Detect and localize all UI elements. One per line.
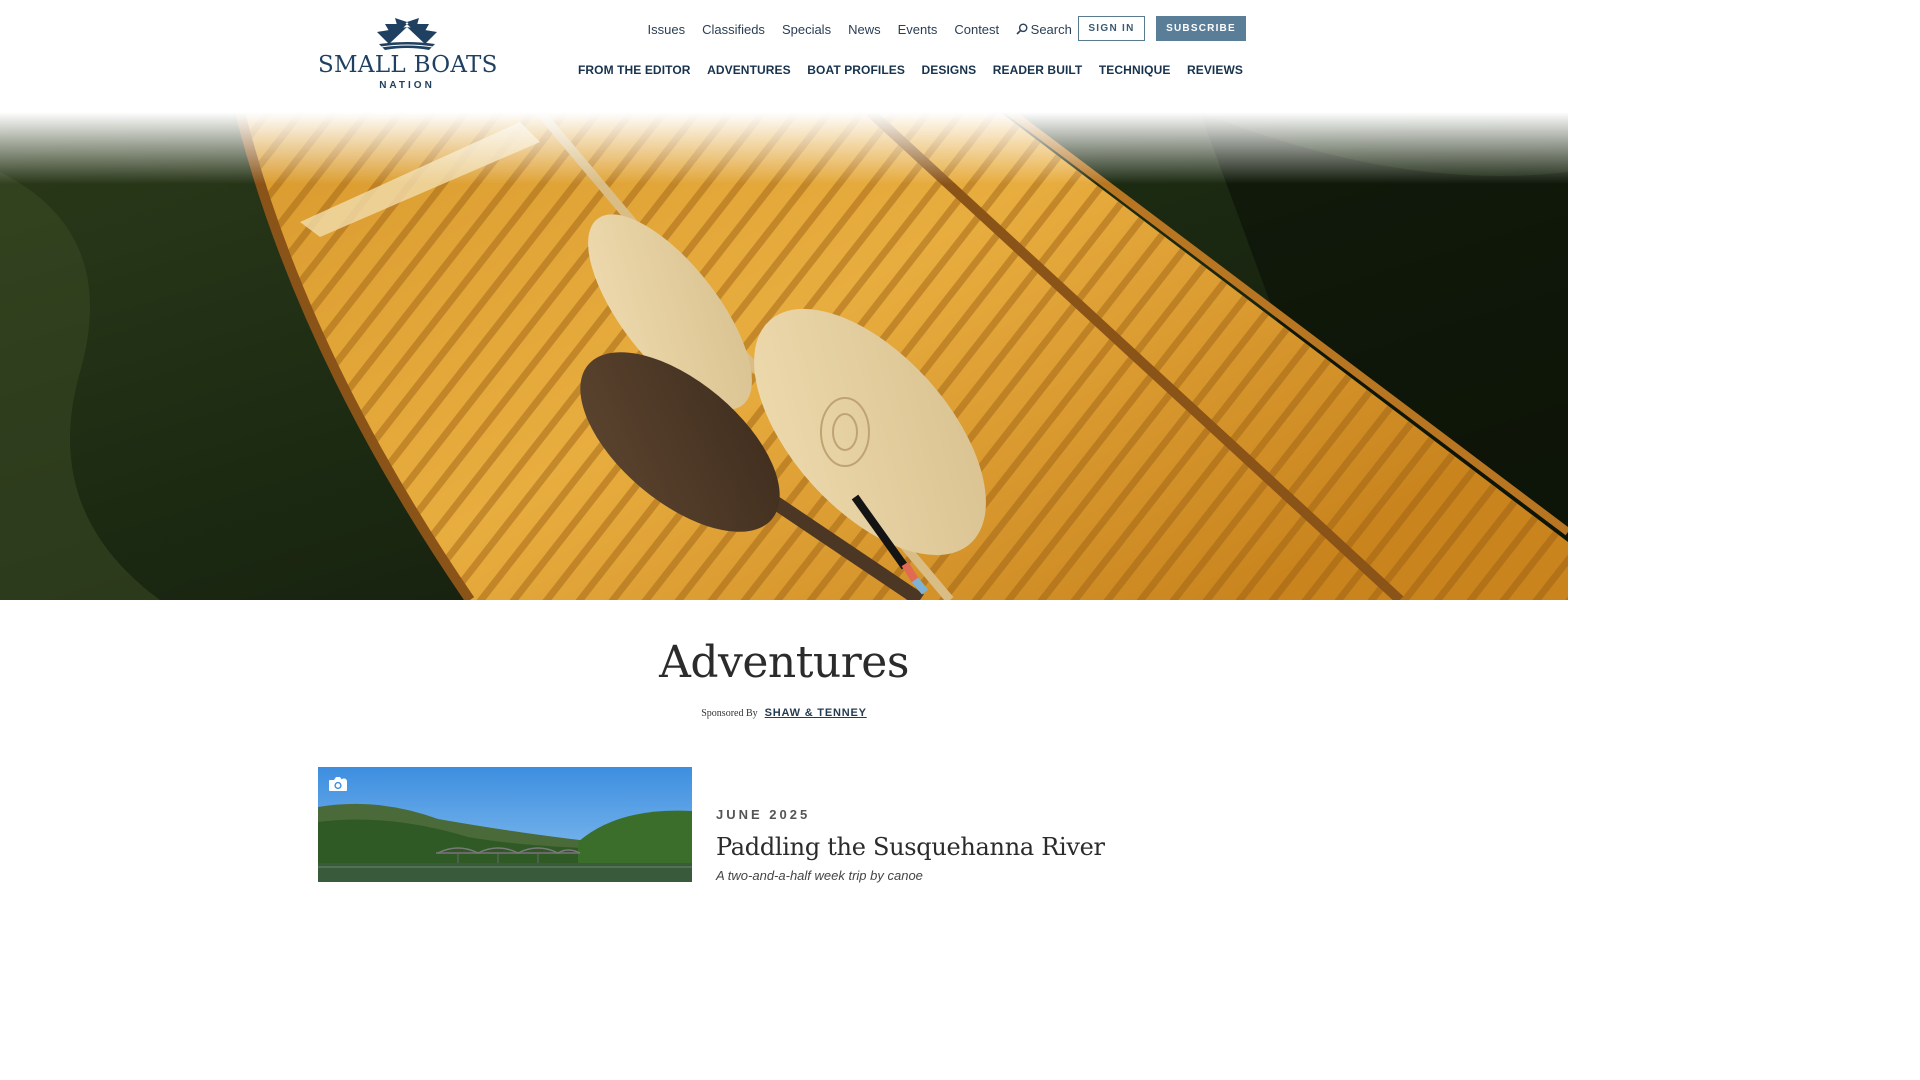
subscribe-button[interactable]: SUBSCRIBE — [1156, 16, 1246, 41]
logo-subtitle: NATION — [379, 80, 435, 91]
book-boat-logo-icon — [377, 18, 437, 50]
utility-nav: Issues Classifieds Specials News Events … — [639, 17, 1072, 41]
main-nav: FROM THE EDITOR ADVENTURES BOAT PROFILES… — [561, 60, 1243, 80]
search-icon — [1016, 23, 1028, 35]
nav-boat-profiles[interactable]: BOAT PROFILES — [807, 63, 905, 77]
nav-designs[interactable]: DESIGNS — [922, 63, 977, 77]
logo-wordmark: SMALL BOATS — [318, 52, 498, 78]
sign-in-button[interactable]: SIGN IN — [1078, 16, 1145, 41]
site-logo[interactable]: SMALL BOATS NATION — [318, 18, 498, 96]
photo-count-badge: 13 — [328, 776, 347, 791]
sponsor-link[interactable]: SHAW & TENNEY — [765, 707, 867, 719]
util-link-contest[interactable]: Contest — [954, 22, 999, 37]
camera-icon — [329, 777, 347, 791]
util-link-classifieds[interactable]: Classifieds — [702, 22, 765, 37]
hero-image — [0, 112, 1568, 600]
search-label: Search — [1030, 21, 1072, 37]
sponsor-line: Sponsored By SHAW & TENNEY — [0, 707, 1568, 719]
nav-reader-built[interactable]: READER BUILT — [993, 63, 1083, 77]
river-bridge-image — [318, 767, 692, 882]
canoe-with-paddles-image — [0, 112, 1568, 600]
nav-reviews[interactable]: REVIEWS — [1187, 63, 1243, 77]
site-header: SMALL BOATS NATION Issues Classifieds Sp… — [0, 0, 1568, 112]
util-link-issues[interactable]: Issues — [648, 22, 686, 37]
article-image[interactable]: 13 — [318, 767, 692, 882]
sponsor-label: Sponsored By — [701, 708, 758, 719]
util-link-events[interactable]: Events — [898, 22, 938, 37]
nav-adventures[interactable]: ADVENTURES — [707, 63, 791, 77]
search-link[interactable]: Search — [1016, 22, 1072, 37]
article-title[interactable]: Paddling the Susquehanna River — [716, 833, 1105, 861]
nav-technique[interactable]: TECHNIQUE — [1099, 63, 1171, 77]
article-date: JUNE 2025 — [716, 807, 811, 822]
util-link-specials[interactable]: Specials — [782, 22, 831, 37]
article-subtitle: A two-and-a-half week trip by canoe — [716, 868, 923, 883]
nav-from-the-editor[interactable]: FROM THE EDITOR — [578, 63, 691, 77]
util-link-news[interactable]: News — [848, 22, 881, 37]
page-title: Adventures — [659, 637, 909, 688]
